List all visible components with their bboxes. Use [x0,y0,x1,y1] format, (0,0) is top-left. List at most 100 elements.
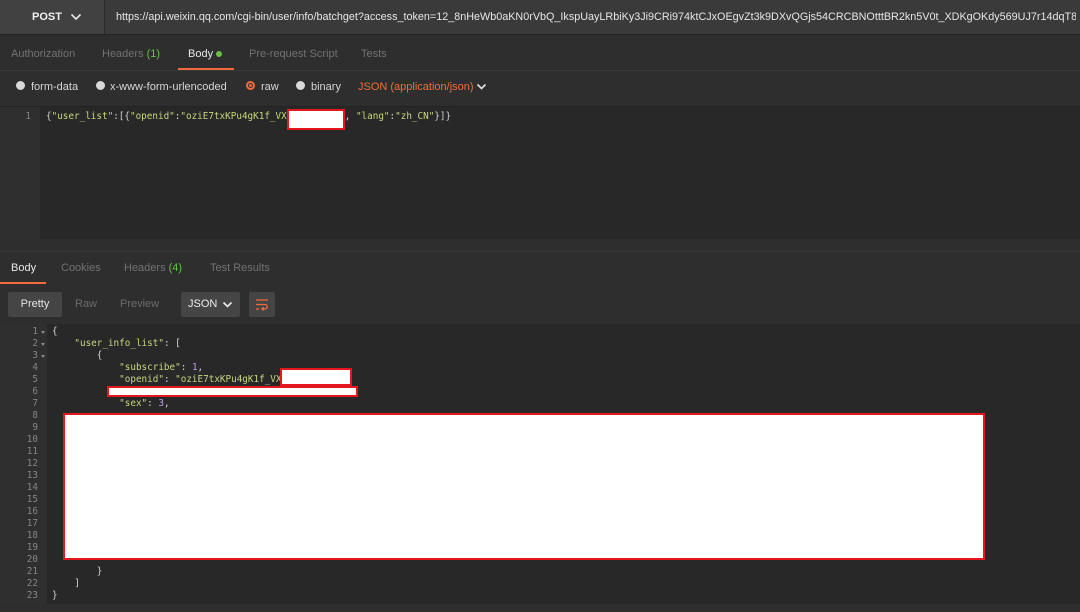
redaction-slot [279,368,352,386]
json-token: }]} [434,111,452,122]
request-bar: POST https://api.weixin.qq.com/cgi-bin/u… [0,0,1080,35]
tab-response-headers[interactable]: Headers (4) [124,252,182,284]
json-token: "lang" [355,111,390,122]
headers-count-badge: (4) [168,262,183,274]
code-text: "subscribe": 1, [52,362,203,374]
tab-authorization[interactable]: Authorization [11,35,75,73]
radio-button[interactable] [16,81,25,90]
fold-gutter-slot [38,470,52,482]
body-mode-options: form-data x-www-form-urlencoded raw bina… [0,71,1080,105]
json-token: { [96,350,103,361]
response-format-dropdown[interactable]: JSON [181,292,240,317]
fold-arrow-icon[interactable] [41,355,45,358]
radio-button[interactable] [96,81,105,90]
fold-gutter-slot [38,446,52,458]
method-dropdown[interactable]: POST [0,0,105,34]
request-body-editor[interactable]: 1 {"user_list":[{"openid":"oziE7txKPu4gK1… [0,106,1080,239]
json-token: , [163,398,170,409]
tab-headers[interactable]: Headers (1) [102,35,160,73]
fold-gutter-slot [38,398,52,410]
tab-test-results[interactable]: Test Results [210,252,270,284]
fold-gutter-slot [38,518,52,530]
redaction-box [63,413,985,560]
fold-gutter-slot [38,410,52,422]
tab-response-body[interactable]: Body [11,252,36,284]
json-token: "user_list" [51,111,114,122]
fold-gutter-slot [38,566,52,578]
code-text: { [52,350,103,362]
radio-button[interactable] [296,81,305,90]
fold-gutter-slot [38,458,52,470]
fold-arrow-icon[interactable] [41,331,45,334]
fold-gutter-slot [38,578,52,590]
line-number: 6 [32,386,38,397]
line-number: 17 [26,518,38,529]
code-text: } [52,566,103,578]
radio-button-selected[interactable] [246,81,255,90]
line-number: 15 [26,494,38,505]
json-token: "oziE7txKPu4gK1f_VX [180,111,287,122]
chevron-down-icon [222,301,233,308]
radio-label: form-data [31,81,79,93]
code-text: {"user_list":[{"openid":"oziE7txKPu4gK1f… [46,109,452,130]
code-line: 21} [0,566,1080,578]
body-modified-dot [216,51,222,57]
code-lines[interactable]: 1 {"user_list":[{"openid":"oziE7txKPu4gK1… [0,109,1080,130]
fold-gutter-slot [38,530,52,542]
line-number: 13 [26,470,38,481]
code-line: 22] [0,578,1080,590]
tab-cookies[interactable]: Cookies [61,252,101,284]
active-tab-indicator [178,68,234,70]
fold-gutter-slot [38,422,52,434]
fold-arrow-icon[interactable] [41,343,45,346]
fold-gutter-slot [38,542,52,554]
line-number: 2 [32,338,38,349]
json-token: ] [74,578,80,589]
code-text: "openid": "oziE7txKPu4gK1f_VX [52,368,352,386]
redaction-slot [286,109,345,130]
content-type-dropdown[interactable]: JSON (application/json) [358,71,474,103]
line-number: 10 [26,434,38,445]
fold-gutter-slot [38,326,52,338]
preview-button[interactable]: Preview [120,284,159,324]
line-number: 11 [26,446,38,457]
pretty-button[interactable]: Pretty [8,292,62,317]
line-number: 1 [25,111,31,122]
json-token: : [163,374,176,385]
url-input[interactable]: https://api.weixin.qq.com/cgi-bin/user/i… [116,0,1076,34]
line-number: 7 [32,398,38,409]
code-line: 3{ [0,350,1080,362]
raw-button[interactable]: Raw [75,284,97,324]
json-token: "oziE7txKPu4gK1f_VX [175,374,282,385]
json-token: "subscribe" [119,362,181,373]
method-label: POST [32,11,62,23]
tab-pre-request-script[interactable]: Pre-request Script [249,35,338,73]
chevron-down-icon [70,13,82,21]
line-number: 9 [32,422,38,433]
fold-gutter-slot [38,374,52,386]
fold-gutter-slot [38,350,52,362]
tab-tests[interactable]: Tests [361,35,387,73]
tab-headers-label: Headers [124,262,166,274]
fold-gutter-slot [38,434,52,446]
fold-gutter-slot [38,338,52,350]
json-token: "openid" [129,111,175,122]
json-token: , [197,362,204,373]
format-label: JSON [188,298,218,310]
json-token: "user_info_list" [74,338,164,349]
json-token: : [147,398,159,409]
line-number: 1 [32,326,38,337]
wrap-lines-button[interactable] [249,292,275,317]
fold-gutter-slot [38,554,52,566]
line-number: 19 [26,542,38,553]
json-token: "openid" [119,374,164,385]
radio-label: binary [311,81,341,93]
json-token: } [96,566,103,577]
fold-gutter-slot [38,386,52,398]
json-token: : [ [163,338,181,349]
request-tabs: Authorization Headers (1) Body Pre-reques… [0,35,1080,71]
chevron-down-icon[interactable] [476,83,487,91]
fold-gutter-slot [38,362,52,374]
code-line: 2 "user_info_list": [ [0,338,1080,350]
fold-gutter-slot [38,494,52,506]
